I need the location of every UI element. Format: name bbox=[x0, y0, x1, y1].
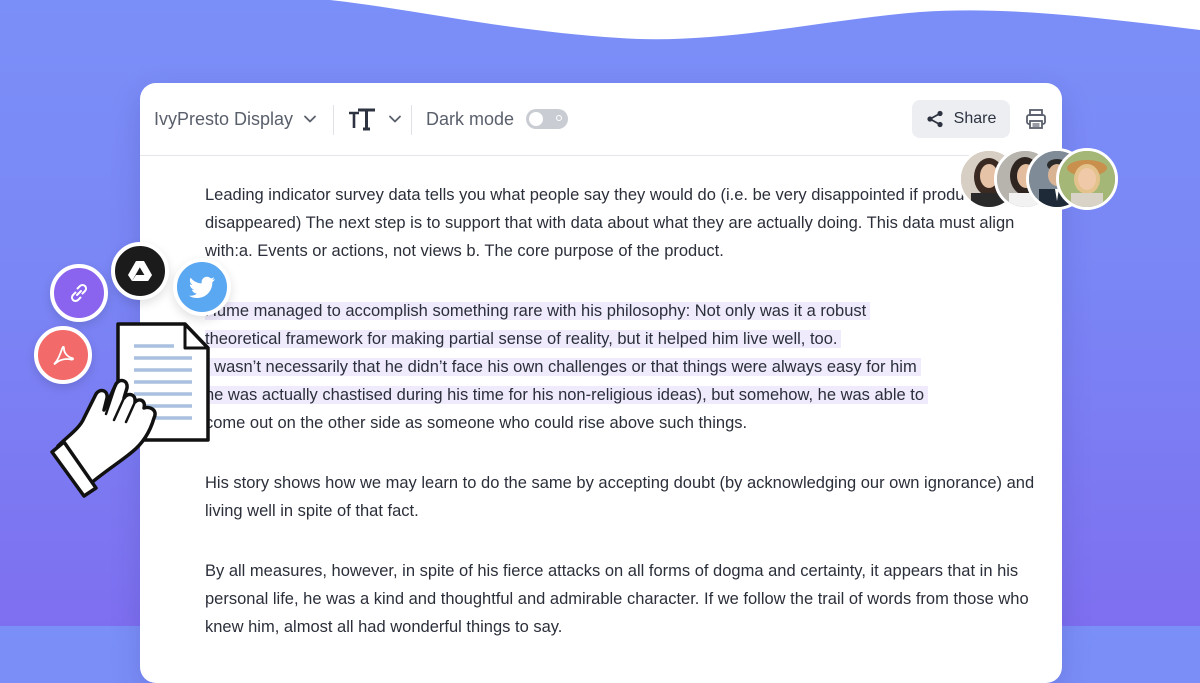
toggle-off-indicator bbox=[556, 115, 563, 121]
paragraph-4: By all measures, however, in spite of hi… bbox=[205, 562, 1029, 636]
highlight-line: theoretical framework for making partial… bbox=[205, 330, 842, 348]
dark-mode-toggle[interactable] bbox=[526, 109, 569, 129]
drive-icon[interactable] bbox=[111, 242, 169, 300]
paragraph-1: Leading indicator survey data tells you … bbox=[205, 186, 1015, 260]
paragraph-2-highlighted: Hume managed to accomplish something rar… bbox=[205, 297, 1035, 437]
share-label: Share bbox=[953, 110, 997, 127]
chevron-down-icon bbox=[389, 115, 401, 123]
toolbar-divider bbox=[411, 105, 412, 135]
text-size-icon bbox=[349, 108, 375, 131]
print-icon bbox=[1026, 109, 1046, 129]
toggle-knob bbox=[529, 112, 544, 126]
chevron-down-icon bbox=[304, 115, 316, 123]
toolbar-divider bbox=[333, 105, 334, 135]
avatar bbox=[1056, 148, 1118, 210]
text-line: come out on the other side as someone wh… bbox=[205, 414, 748, 432]
share-icon bbox=[927, 110, 943, 128]
share-button[interactable]: Share bbox=[912, 100, 1010, 138]
collaborator-avatars bbox=[958, 148, 1128, 218]
highlight-line: t wasn’t necessarily that he didn’t face… bbox=[205, 358, 921, 376]
print-button[interactable] bbox=[1024, 107, 1048, 131]
dark-mode-label: Dark mode bbox=[426, 108, 515, 129]
font-family-label: IvyPresto Display bbox=[154, 108, 294, 129]
article-content: Leading indicator survey data tells you … bbox=[205, 181, 1035, 673]
text-size-select[interactable] bbox=[348, 105, 402, 133]
top-wave bbox=[330, 0, 1200, 40]
highlight-line: he was actually chastised during his tim… bbox=[205, 386, 929, 404]
document-hand-illustration bbox=[50, 322, 210, 498]
paragraph-3: His story shows how we may learn to do t… bbox=[205, 474, 1035, 520]
highlight-line: Hume managed to accomplish something rar… bbox=[205, 302, 871, 320]
dark-mode-control: Dark mode bbox=[426, 107, 569, 131]
twitter-icon[interactable] bbox=[173, 258, 231, 316]
reader-card: IvyPresto Display Dark mode Share Leadin… bbox=[140, 83, 1062, 683]
reader-toolbar: IvyPresto Display Dark mode Share bbox=[140, 83, 1062, 156]
link-icon[interactable] bbox=[50, 264, 108, 322]
font-family-select[interactable]: IvyPresto Display bbox=[154, 107, 317, 131]
